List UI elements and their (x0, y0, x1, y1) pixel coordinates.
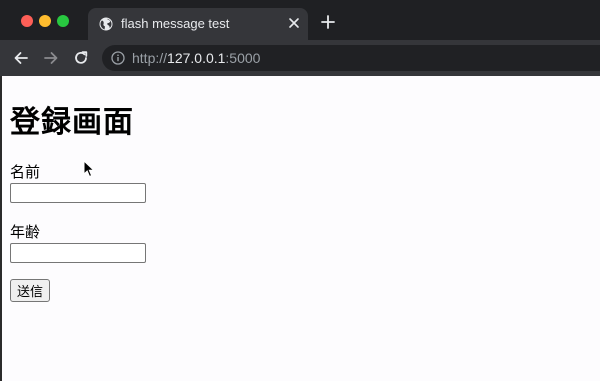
url-scheme: http:// (132, 50, 168, 66)
browser-tab[interactable]: flash message test (88, 8, 308, 40)
reload-icon[interactable] (73, 50, 89, 66)
browser-toolbar: http://127.0.0.1:5000 (0, 40, 600, 76)
globe-icon (99, 17, 113, 31)
url-host: 127.0.0.1 (167, 50, 226, 66)
arrow-right-icon[interactable] (43, 50, 59, 66)
url-text[interactable]: http://127.0.0.1:5000 (132, 50, 260, 66)
address-bar[interactable]: http://127.0.0.1:5000 (102, 45, 600, 71)
window-close-button[interactable] (21, 15, 33, 27)
name-input[interactable] (10, 183, 146, 203)
page-content: 登録画面 名前 年齢 送信 (0, 76, 600, 381)
age-input[interactable] (10, 243, 146, 263)
age-label: 年齢 (10, 223, 41, 241)
name-label: 名前 (10, 163, 41, 181)
arrow-left-icon[interactable] (13, 50, 29, 66)
window-minimize-button[interactable] (39, 15, 51, 27)
browser-window: flash message test http://127.0.0.1:5000… (0, 0, 600, 381)
info-icon[interactable] (111, 51, 125, 65)
url-port: :5000 (225, 50, 261, 66)
window-maximize-button[interactable] (57, 15, 69, 27)
tab-strip: flash message test (0, 0, 600, 40)
plus-icon[interactable] (321, 15, 335, 29)
page-title: 登録画面 (10, 105, 134, 140)
submit-button[interactable]: 送信 (10, 279, 50, 302)
tab-title: flash message test (121, 16, 230, 31)
close-icon[interactable] (287, 16, 301, 30)
mouse-cursor-icon (83, 160, 95, 178)
